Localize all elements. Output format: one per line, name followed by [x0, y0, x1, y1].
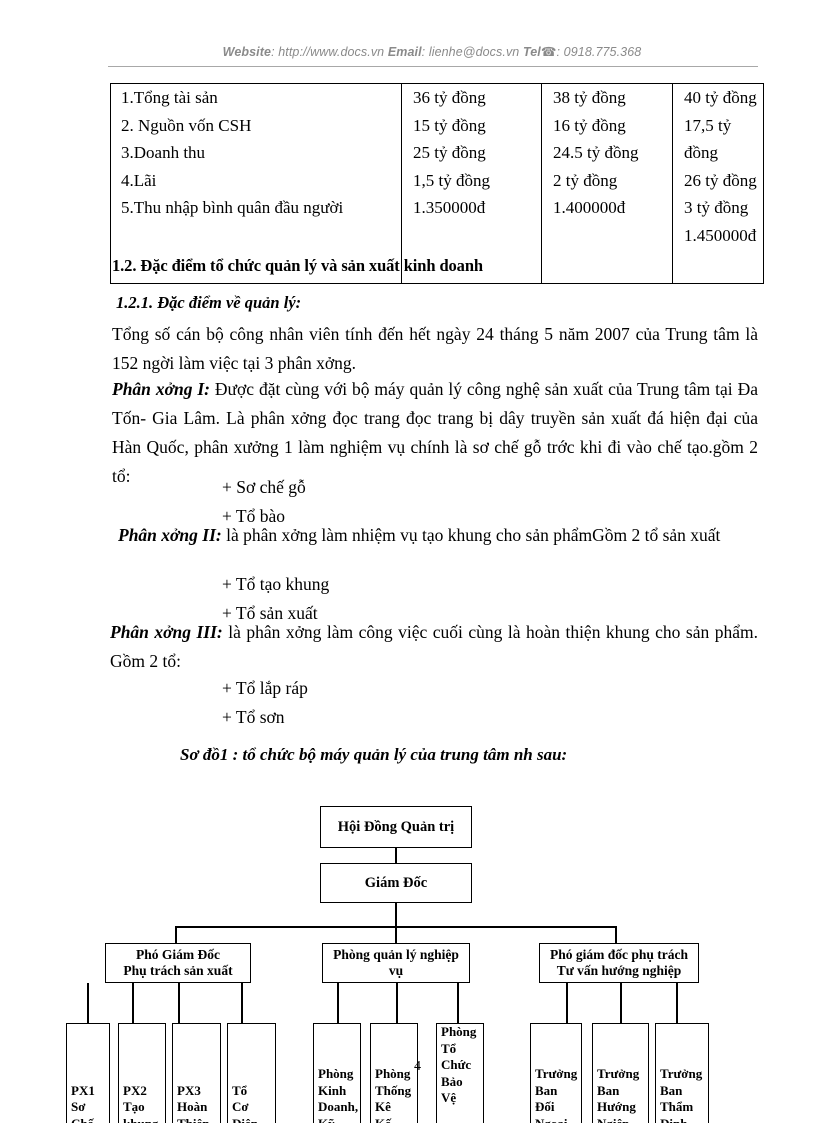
table-value: 24.5 tỷ đồng [553, 143, 639, 162]
table-label: 1.Tổng tài sản [121, 88, 218, 107]
header-email-label: Email [387, 45, 422, 59]
org-leaf-px1: PX1 Sơ Chế [66, 1023, 110, 1123]
org-leaf-phong-kinh-doanh: Phòng Kinh Doanh, Kỹ [313, 1023, 361, 1123]
intro-paragraph: Tổng số cán bộ công nhân viên tính đến h… [112, 324, 758, 373]
org-leaf-px3: PX3 Hoàn Thiện [172, 1023, 221, 1123]
header-tel-value: : 0918.775.368 [556, 45, 642, 59]
phan-xuong-2-lead: Phân xởng II: [118, 525, 222, 545]
connector-l1-l2 [395, 848, 397, 863]
financial-indicators-table: 1.Tổng tài sản 2. Nguồn vốn CSH 3.Doanh … [110, 83, 764, 284]
phan-xuong-1-lead: Phân xởng I: [112, 379, 210, 399]
org-leaf-truong-ban-tham-dinh: Trưởng Ban Thẩm Định [655, 1023, 709, 1123]
org-leaf-phong-to-chuc-bao-ve: Phòng Tổ Chức Bảo Vệ [436, 1023, 484, 1123]
connector-left-3 [178, 983, 180, 1023]
org-leaf-px2: PX2 Tạo khung [118, 1023, 166, 1123]
org-node-giam-doc: Giám Đốc [320, 863, 472, 903]
connector-left-2 [132, 983, 134, 1023]
org-node-phong-quan-ly-nghiep-vu: Phòng quản lý nghiệp vụ [322, 943, 470, 983]
header-tel-label: Tel [522, 45, 541, 59]
table-value: 26 tỷ đồng [684, 170, 757, 190]
table-value: 25 tỷ đồng [413, 143, 486, 162]
phan-xuong-3-lead: Phân xởng III: [110, 622, 223, 642]
table-value: 1,5 tỷ đồng [413, 170, 490, 190]
table-label: 2. Nguồn vốn CSH [121, 115, 252, 135]
table-value: 38 tỷ đồng [553, 88, 626, 107]
table-value: 17,5 tỷ đồng [684, 115, 732, 163]
org-leaf-phong-thong-ke: Phòng Thống Kê Kế [370, 1023, 418, 1123]
connector-bus-to-right [615, 926, 617, 944]
connector-right-3 [676, 983, 678, 1023]
table-column-1: 36 tỷ đồng 15 tỷ đồng 25 tỷ đồng 1,5 tỷ … [401, 83, 542, 284]
chart-caption: Sơ đồ1 : tổ chức bộ máy quản lý của trun… [180, 745, 568, 764]
phan-xuong-1-paragraph: Phân xởng I: Được đặt cùng với bộ máy qu… [112, 375, 758, 491]
connector-right-1 [566, 983, 568, 1023]
telephone-icon: ☎ [540, 45, 557, 59]
org-node-pho-giam-doc-san-xuat: Phó Giám Đốc Phụ trách sản xuất [105, 943, 251, 983]
phan-xuong-2-text: là phân xởng làm nhiệm vụ tạo khung cho … [221, 525, 721, 545]
table-label: 4.Lãi [121, 170, 157, 190]
connector-right-2 [620, 983, 622, 1023]
header-website-value: : http://www.docs.vn [271, 45, 385, 59]
header-contact-line: Website: http://www.docs.vn Email: lienh… [108, 44, 756, 59]
table-cell-spacer [413, 222, 541, 256]
table-labels-cell: 1.Tổng tài sản 2. Nguồn vốn CSH 3.Doanh … [110, 83, 402, 284]
org-leaf-truong-ban-doi-ngoai: Trưởng Ban Đối Ngoại [530, 1023, 582, 1123]
table-cell-spacer [121, 222, 401, 256]
org-node-hoi-dong-quan-tri: Hội Đồng Quản trị [320, 806, 472, 848]
table-column-2: 38 tỷ đồng 16 tỷ đồng 24.5 tỷ đồng 2 tỷ … [541, 83, 673, 284]
table-value: 1.450000đ [684, 225, 757, 245]
table-value: 16 tỷ đồng [553, 115, 626, 135]
table-body: 1.Tổng tài sản 2. Nguồn vốn CSH 3.Doanh … [110, 83, 764, 284]
org-leaf-to-co-dien: Tổ Cơ Điện [227, 1023, 276, 1123]
connector-mid-2 [396, 983, 398, 1023]
heading-1-2-1: 1.2.1. Đặc điểm về quản lý: [116, 293, 302, 312]
table-cell-spacer [684, 249, 763, 283]
document-page: Website: http://www.docs.vn Email: lienh… [0, 0, 816, 1123]
phan-xuong-1-item-1: + Sơ chế gỗ [222, 477, 306, 497]
table-value: 15 tỷ đồng [413, 115, 486, 135]
header-email-value: : lienhe@docs.vn [421, 45, 520, 59]
page-header: Website: http://www.docs.vn Email: lienh… [108, 44, 756, 59]
table-value: 2 tỷ đồng [553, 170, 618, 190]
table-value: 1.400000đ [553, 198, 626, 217]
connector-left-4 [241, 983, 243, 1023]
table-value: 36 tỷ đồng [413, 88, 486, 107]
phan-xuong-3-paragraph: Phân xởng III: là phân xởng làm công việ… [110, 618, 758, 676]
table-row: 1.Tổng tài sản 2. Nguồn vốn CSH 3.Doanh … [110, 83, 764, 284]
header-website-label: Website [222, 45, 272, 59]
org-leaf-truong-ban-huong-ngiep: Trưởng Ban Hướng Ngiệp [592, 1023, 649, 1123]
table-label: 3.Doanh thu [121, 143, 206, 162]
phan-xuong-2-item-1: + Tổ tạo khung [222, 574, 330, 594]
header-divider [108, 66, 758, 67]
phan-xuong-3-item-1: + Tổ lắp ráp [222, 678, 308, 698]
connector-bus-to-left [175, 926, 177, 944]
stray-page-number: 4 [414, 1059, 421, 1074]
connector-left-1 [87, 983, 89, 1023]
phan-xuong-2-paragraph: Phân xởng II: là phân xởng làm nhiệm vụ … [118, 521, 758, 550]
table-value: 3 tỷ đồng [684, 198, 749, 217]
org-node-pho-giam-doc-tu-van: Phó giám đốc phụ trách Tư vấn hướng nghi… [539, 943, 699, 983]
table-value: 1.350000đ [413, 198, 486, 217]
connector-horizontal-bus-l3 [175, 926, 616, 928]
connector-mid-3 [457, 983, 459, 1023]
heading-1-2: 1.2. Đặc điểm tổ chức quản lý và sản xuấ… [112, 256, 483, 275]
table-label: 5.Thu nhập bình quân đầu người [121, 198, 344, 217]
table-cell-spacer [553, 222, 672, 256]
connector-l2-bus [395, 903, 397, 927]
connector-bus-to-mid [395, 926, 397, 944]
table-column-3: 40 tỷ đồng 17,5 tỷ đồng 26 tỷ đồng 3 tỷ … [672, 83, 764, 284]
table-value: 40 tỷ đồng [684, 88, 757, 107]
connector-mid-1 [337, 983, 339, 1023]
phan-xuong-3-item-2: + Tổ sơn [222, 707, 285, 727]
